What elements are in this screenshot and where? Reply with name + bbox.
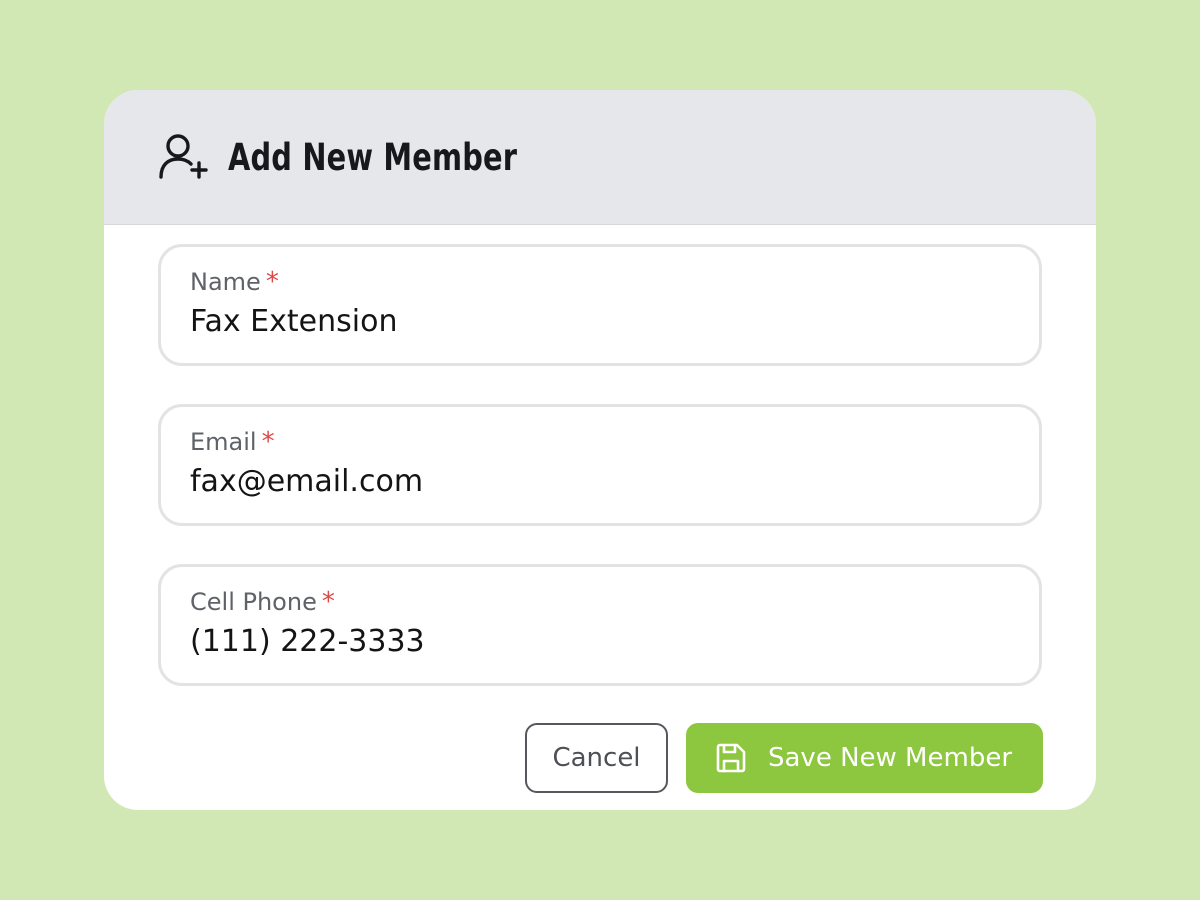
save-icon bbox=[714, 741, 748, 775]
save-button-label: Save New Member bbox=[768, 743, 1013, 773]
email-label-text: Email bbox=[190, 428, 257, 456]
cell-phone-label-text: Cell Phone bbox=[190, 588, 317, 616]
dialog-header: Add New Member bbox=[104, 90, 1096, 225]
required-mark: * bbox=[321, 587, 335, 617]
required-mark: * bbox=[261, 427, 275, 457]
cancel-button[interactable]: Cancel bbox=[525, 723, 668, 793]
cell-phone-field[interactable]: Cell Phone * bbox=[158, 564, 1042, 686]
name-label: Name * bbox=[190, 267, 279, 297]
user-plus-icon bbox=[158, 131, 210, 183]
dialog-title: Add New Member bbox=[228, 135, 518, 179]
add-member-dialog: Add New Member Name* Email* Cell Phone* … bbox=[104, 90, 1096, 810]
email-field[interactable]: Email * bbox=[158, 404, 1042, 526]
required-mark: * bbox=[265, 267, 279, 297]
name-field[interactable]: Name * bbox=[158, 244, 1042, 366]
cell-phone-input[interactable] bbox=[190, 624, 1010, 659]
email-input[interactable] bbox=[190, 464, 1010, 499]
cancel-button-label: Cancel bbox=[552, 743, 641, 773]
cell-phone-label: Cell Phone * bbox=[190, 587, 335, 617]
name-input[interactable] bbox=[190, 304, 1010, 339]
save-new-member-button[interactable]: Save New Member bbox=[686, 723, 1043, 793]
email-label: Email * bbox=[190, 427, 275, 457]
name-label-text: Name bbox=[190, 268, 261, 296]
